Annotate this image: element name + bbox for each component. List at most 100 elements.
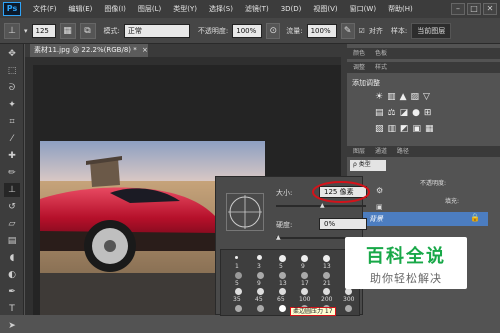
brush-size-slider[interactable]: ▲ — [276, 202, 366, 209]
brush-size-number: 65 — [277, 296, 285, 303]
clone-source-panel-icon[interactable]: ⧉ — [79, 22, 96, 39]
type-tool-icon[interactable]: T — [4, 302, 20, 316]
mode-select[interactable]: 正常 — [123, 23, 190, 38]
tool-preset-caret-icon[interactable]: ▾ — [24, 27, 28, 35]
menu-select[interactable]: 选择(S) — [203, 4, 239, 14]
layers-panel-tabs: 图层 通道 路径 — [347, 146, 500, 157]
mode-label: 模式: — [103, 26, 120, 35]
minimize-button[interactable]: – — [451, 3, 465, 15]
crop-tool-icon[interactable]: ⌗ — [4, 115, 20, 129]
brush-preset-dot[interactable] — [279, 305, 286, 312]
dodge-tool-icon[interactable]: ◐ — [4, 268, 20, 282]
new-preset-icon[interactable]: ▣ — [376, 203, 383, 211]
picker-gear-icon[interactable]: ⚙ — [376, 186, 383, 195]
blur-tool-icon[interactable]: ◖ — [4, 251, 20, 265]
brush-size-field[interactable]: 125 — [31, 23, 56, 38]
watermark-title: 百科全说 — [366, 246, 446, 267]
menu-bar: Ps 文件(F) 编辑(E) 图像(I) 图层(L) 类型(Y) 选择(S) 滤… — [0, 0, 500, 18]
tab-styles[interactable]: 样式 — [375, 64, 387, 71]
soft-brush-dot[interactable] — [301, 272, 308, 279]
tab-paths[interactable]: 路径 — [397, 148, 409, 155]
brush-preset-dot[interactable] — [257, 305, 264, 312]
menu-3d[interactable]: 3D(D) — [275, 5, 308, 13]
close-button[interactable]: ✕ — [483, 3, 497, 15]
brush-preset-dot[interactable] — [345, 288, 352, 295]
color-panel-tabs: 颜色 色板 — [347, 48, 500, 59]
tab-color[interactable]: 颜色 — [353, 50, 365, 57]
menu-layer[interactable]: 图层(L) — [132, 4, 167, 14]
clone-stamp-tool-preset-icon[interactable]: ⊥ — [4, 22, 20, 39]
layer-kind-filter[interactable]: ρ 类型 — [350, 160, 386, 171]
brush-preset-picker: 大小: 125 像素 ⚙ ▲ 硬度: 0% ▣ ▲ 1 3 5 9 13 19 … — [215, 176, 383, 316]
menu-view[interactable]: 视图(V) — [307, 4, 343, 14]
airbrush-icon[interactable]: ✎ — [340, 22, 355, 39]
brush-preset-dot[interactable] — [279, 255, 286, 262]
opacity-field[interactable]: 100% — [232, 23, 263, 38]
watermark-subtitle: 助你轻松解决 — [370, 272, 442, 285]
pressure-opacity-icon[interactable]: ⊙ — [266, 22, 281, 39]
tab-channels[interactable]: 通道 — [375, 148, 387, 155]
soft-brush-dot[interactable] — [257, 272, 264, 279]
toolbox: ✥ ⬚ ᘐ ✦ ⌗ ⁄ ✚ ✏ ⊥ ↺ ▱ ▤ ◖ ◐ ✒ T ➤ — [0, 44, 24, 331]
brush-panel-toggle-icon[interactable]: ▦ — [59, 22, 76, 39]
brush-preset-dot[interactable] — [235, 256, 238, 259]
eraser-tool-icon[interactable]: ▱ — [4, 217, 20, 231]
hardness-input[interactable]: 0% — [319, 218, 367, 230]
tab-swatches[interactable]: 色板 — [375, 50, 387, 57]
tab-adjustments[interactable]: 调整 — [353, 64, 365, 71]
brush-preset-dot[interactable] — [257, 288, 264, 295]
document-tab[interactable]: 素材11.jpg @ 22.2%(RGB/8) * × — [30, 44, 148, 57]
clone-stamp-tool-icon[interactable]: ⊥ — [4, 183, 20, 197]
brush-preset-dot[interactable] — [301, 288, 308, 295]
soft-brush-dot[interactable] — [323, 272, 330, 279]
gradient-tool-icon[interactable]: ▤ — [4, 234, 20, 248]
move-tool-icon[interactable]: ✥ — [4, 47, 20, 61]
brush-preset-dot[interactable] — [323, 288, 330, 295]
menu-window[interactable]: 窗口(W) — [344, 4, 382, 14]
brush-preset-dot[interactable] — [323, 255, 330, 262]
layer-row-background[interactable]: 背景 🔒 — [363, 212, 488, 226]
brush-size-number: 200 — [321, 296, 333, 303]
sample-select[interactable]: 当前图层 — [411, 22, 452, 39]
brush-preset-dot[interactable] — [279, 288, 286, 295]
menu-image[interactable]: 图像(I) — [98, 4, 132, 14]
adjustment-icons-row2[interactable]: ▤⚖◪●⊞ — [375, 108, 465, 118]
close-tab-icon[interactable]: × — [142, 46, 148, 54]
soft-brush-dot[interactable] — [235, 272, 242, 279]
path-selection-tool-icon[interactable]: ➤ — [4, 319, 20, 333]
history-brush-tool-icon[interactable]: ↺ — [4, 200, 20, 214]
marquee-tool-icon[interactable]: ⬚ — [4, 64, 20, 78]
adjustment-icons-row3[interactable]: ▨▥◩▣▦ — [375, 124, 465, 134]
brush-angle-preview[interactable] — [226, 193, 264, 231]
menu-edit[interactable]: 编辑(E) — [63, 4, 99, 14]
brush-size-label: 大小: — [276, 189, 293, 197]
menu-filter[interactable]: 滤镜(T) — [239, 4, 275, 14]
quick-selection-tool-icon[interactable]: ✦ — [4, 98, 20, 112]
brush-preset-dot[interactable] — [345, 305, 352, 312]
hardness-slider-handle[interactable]: ▲ — [276, 234, 281, 241]
brush-preset-dot[interactable] — [235, 305, 242, 312]
brush-size-number: 5 — [235, 280, 239, 287]
align-label: 对齐 — [368, 26, 383, 35]
brush-size-number: 1 — [235, 263, 239, 270]
pen-tool-icon[interactable]: ✒ — [4, 285, 20, 299]
maximize-button[interactable]: □ — [467, 3, 481, 15]
layer-name: 背景 — [369, 215, 383, 223]
brush-tool-icon[interactable]: ✏ — [4, 166, 20, 180]
flow-field[interactable]: 100% — [306, 23, 337, 38]
soft-brush-dot[interactable] — [279, 272, 286, 279]
brush-preset-dot[interactable] — [301, 255, 308, 262]
size-slider-handle[interactable]: ▲ — [320, 202, 325, 209]
brush-preset-dot[interactable] — [235, 288, 242, 295]
align-checkbox-icon[interactable]: ☑ — [359, 27, 365, 35]
tab-layers[interactable]: 图层 — [353, 148, 365, 155]
healing-brush-tool-icon[interactable]: ✚ — [4, 149, 20, 163]
menu-type[interactable]: 类型(Y) — [167, 4, 203, 14]
lasso-tool-icon[interactable]: ᘐ — [4, 81, 20, 95]
brush-preset-grid[interactable]: 1 3 5 9 13 19 5 9 13 17 21 27 35 45 65 1… — [220, 249, 360, 316]
adjustment-icons-row1[interactable]: ☀▥▲▨▽ — [375, 92, 455, 102]
menu-help[interactable]: 帮助(H) — [382, 4, 419, 14]
brush-preset-dot[interactable] — [257, 255, 262, 260]
eyedropper-tool-icon[interactable]: ⁄ — [4, 132, 20, 146]
menu-file[interactable]: 文件(F) — [27, 4, 63, 14]
